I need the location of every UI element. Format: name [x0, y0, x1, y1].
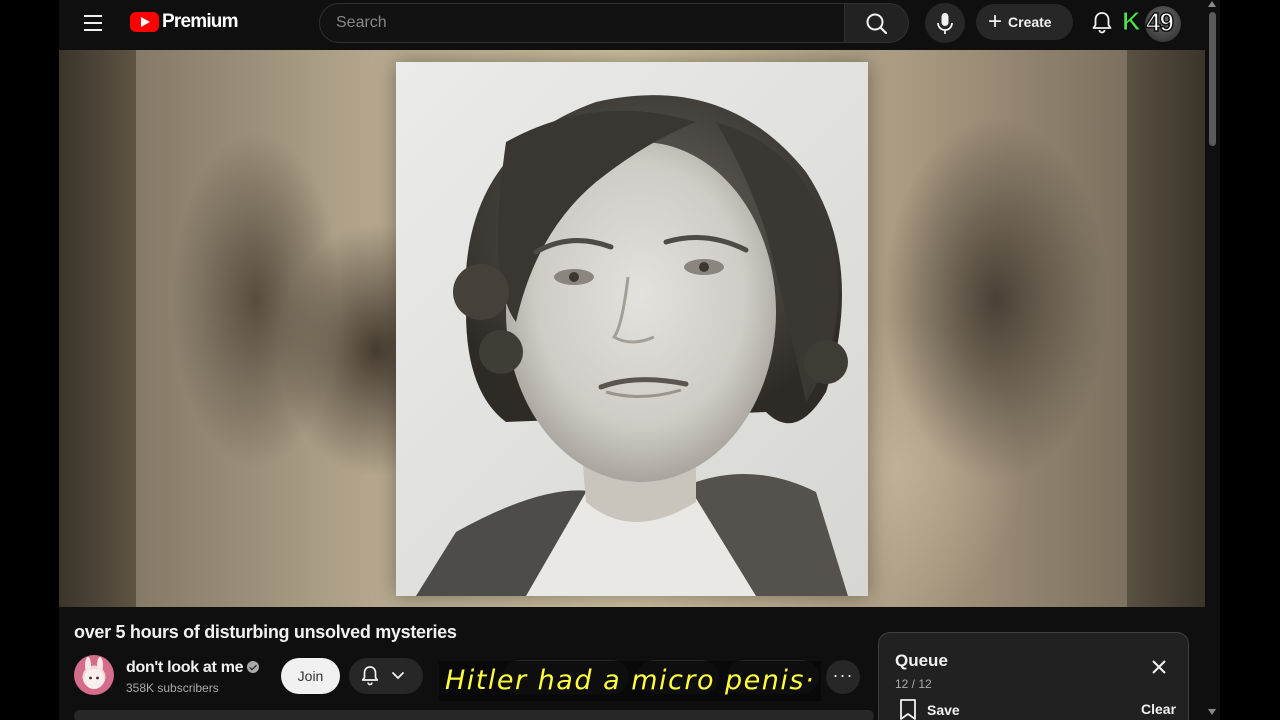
channel-name-row[interactable]: don't look at me	[126, 659, 260, 677]
bell-icon	[1092, 12, 1112, 34]
join-button[interactable]: Join	[281, 658, 340, 694]
mic-icon	[937, 13, 953, 34]
queue-save-label: Save	[927, 702, 960, 718]
menu-icon	[84, 15, 102, 17]
video-title: over 5 hours of disturbing unsolved myst…	[74, 622, 457, 642]
queue-save-button[interactable]: Save	[899, 699, 960, 720]
search-input[interactable]	[336, 4, 826, 42]
masthead: Premium + Create	[59, 0, 1220, 46]
channel-avatar-image	[84, 657, 104, 689]
channel-name[interactable]: don't look at me	[126, 659, 244, 676]
search-icon	[866, 13, 888, 35]
video-player[interactable]	[59, 50, 1205, 607]
youtube-logo-icon	[130, 12, 159, 32]
menu-icon-bar	[84, 22, 102, 24]
subscribed-notifications-button[interactable]	[349, 658, 423, 694]
scrollbar-thumb[interactable]	[1209, 12, 1216, 146]
vintage-portrait-photo	[396, 62, 868, 596]
create-button[interactable]: + Create	[976, 4, 1073, 40]
menu-button[interactable]	[81, 11, 105, 35]
page-scrollbar[interactable]	[1205, 0, 1220, 720]
notifications-button[interactable]	[1089, 9, 1115, 35]
caption-text: Hitler had a micro penis·	[439, 661, 822, 701]
queue-close-button[interactable]	[1149, 657, 1169, 677]
description-box[interactable]	[74, 710, 874, 720]
search-box	[319, 3, 845, 43]
player-edge-left	[59, 50, 136, 607]
chevron-down-icon	[392, 672, 404, 680]
create-label: Create	[1008, 14, 1052, 30]
scroll-down-arrow-icon[interactable]	[1208, 709, 1216, 715]
queue-clear-button[interactable]: Clear	[1141, 701, 1176, 717]
queue-panel: Queue 12 / 12 Save Clear	[878, 632, 1189, 720]
bookmark-icon	[900, 699, 916, 720]
menu-icon-bar	[84, 29, 102, 31]
youtube-window: Premium + Create	[59, 0, 1220, 720]
more-actions-button[interactable]: ···	[826, 660, 860, 694]
plus-icon: +	[988, 8, 1003, 35]
voice-search-button[interactable]	[925, 3, 965, 43]
channel-avatar[interactable]	[74, 655, 114, 695]
more-icon: ···	[832, 665, 854, 685]
brand-label: Premium	[162, 11, 239, 32]
queue-count: 12 / 12	[895, 677, 932, 691]
subscriber-count: 358K subscribers	[126, 681, 219, 695]
close-icon	[1152, 660, 1166, 674]
verified-icon	[247, 661, 260, 673]
channel-letter: K	[1122, 6, 1142, 36]
search-button[interactable]	[845, 3, 909, 43]
queue-title: Queue	[895, 651, 948, 670]
player-edge-right	[1127, 50, 1205, 607]
overlay-number: 49	[1145, 7, 1174, 37]
scroll-up-arrow-icon[interactable]	[1208, 1, 1216, 7]
youtube-logo[interactable]: Premium	[130, 10, 239, 34]
